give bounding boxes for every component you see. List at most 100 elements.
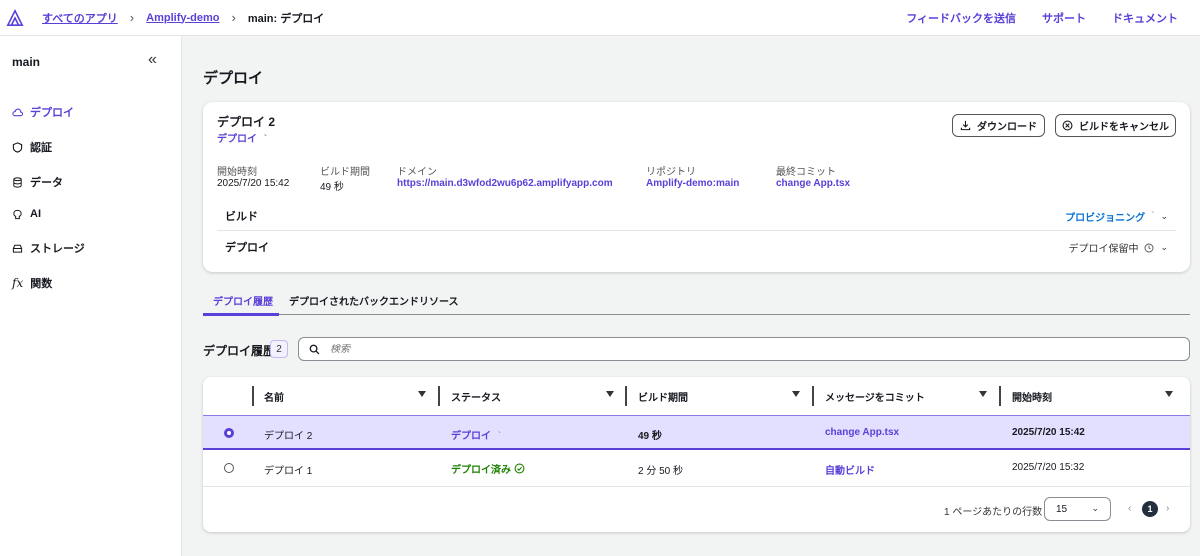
sidebar-item-functions[interactable]: fx 関数	[12, 275, 52, 291]
step-build-label: ビルド	[225, 211, 258, 223]
meta-start-label: 開始時刻	[217, 167, 257, 178]
sort-down-icon[interactable]	[792, 391, 800, 397]
column-header-start[interactable]: 開始時刻	[1012, 389, 1052, 404]
sort-down-icon[interactable]	[1165, 391, 1173, 397]
spinner-icon: `	[263, 134, 268, 145]
row-radio[interactable]	[224, 463, 234, 473]
top-links: フィードバックを送信 サポート ドキュメント	[906, 10, 1178, 26]
database-icon	[13, 176, 22, 188]
download-button[interactable]: ダウンロード	[952, 114, 1045, 137]
deploy-card-title: デプロイ 2	[217, 115, 276, 129]
step-deploy-label: デプロイ	[225, 242, 269, 254]
row-status: デプロイ済み	[451, 461, 525, 476]
top-bar: すべてのアプリ › Amplify-demo › main: デプロイ フィード…	[0, 0, 1200, 36]
chevron-down-icon: ⌄	[1160, 242, 1168, 252]
meta-repo-label: リポジトリ	[646, 167, 696, 178]
deploy-card-status: デプロイ `	[217, 134, 268, 145]
function-icon: fx	[12, 276, 24, 290]
tab-bar: デプロイ履歴 デプロイされたバックエンドリソース	[203, 288, 1190, 316]
cancel-build-button[interactable]: ビルドをキャンセル	[1055, 114, 1176, 137]
deploy-history-table: 名前 ステータス ビルド期間 メッセージをコミット 開始時刻 デプロイ 2 デプ…	[203, 377, 1190, 532]
column-divider	[438, 386, 440, 406]
column-header-commit[interactable]: メッセージをコミット	[825, 389, 925, 404]
tab-backend-resources[interactable]: デプロイされたバックエンドリソース	[289, 293, 459, 308]
page-number-current[interactable]: 1	[1142, 501, 1158, 517]
meta-domain-link[interactable]: https://main.d3wfod2wu6p62.amplifyapp.co…	[397, 178, 613, 189]
chevron-down-icon: ⌄	[1160, 211, 1168, 221]
meta-duration-value: 49 秒	[320, 182, 344, 193]
spinner-icon: `	[1151, 211, 1155, 222]
breadcrumb-separator-icon: ›	[231, 10, 236, 25]
sidebar-item-auth[interactable]: 認証	[12, 139, 52, 155]
storage-icon	[12, 244, 23, 253]
row-commit[interactable]: 自動ビルド	[825, 462, 875, 477]
column-divider	[999, 386, 1001, 406]
support-link[interactable]: サポート	[1042, 10, 1086, 26]
history-count-badge: 2	[270, 340, 288, 358]
brain-icon	[13, 209, 22, 219]
active-tab-indicator	[203, 313, 279, 316]
docs-link[interactable]: ドキュメント	[1112, 10, 1178, 26]
cloud-icon	[12, 108, 23, 116]
sidebar-item-ai[interactable]: AI	[12, 208, 41, 220]
deploy-detail-card: デプロイ 2 デプロイ ` ダウンロード ビルドをキャンセル 開始時刻 2025…	[203, 102, 1190, 272]
column-header-name[interactable]: 名前	[264, 389, 284, 404]
breadcrumb-all-apps[interactable]: すべてのアプリ	[42, 10, 118, 26]
row-commit[interactable]: change App.tsx	[825, 427, 899, 438]
tab-deploy-history[interactable]: デプロイ履歴	[213, 293, 273, 308]
meta-start-value: 2025/7/20 15:42	[217, 178, 290, 189]
collapse-sidebar-icon[interactable]: «	[148, 51, 157, 69]
prev-page-icon[interactable]: ‹	[1128, 503, 1131, 514]
breadcrumb-separator-icon: ›	[129, 10, 135, 25]
step-deploy-toggle[interactable]: デプロイ保留中 ⌄	[1068, 240, 1168, 255]
table-row[interactable]: デプロイ 1 デプロイ済み 2 分 50 秒 自動ビルド 2025/7/20 1…	[203, 451, 1190, 486]
history-title: デプロイ履歴	[203, 344, 276, 358]
sort-down-icon[interactable]	[979, 391, 987, 397]
download-icon	[960, 120, 971, 131]
meta-domain-label: ドメイン	[397, 167, 437, 178]
sidebar-item-deploy[interactable]: デプロイ	[12, 104, 74, 120]
sort-down-icon[interactable]	[606, 391, 614, 397]
clock-icon	[1144, 243, 1154, 252]
next-page-icon[interactable]: ›	[1166, 503, 1169, 514]
feedback-link[interactable]: フィードバックを送信	[906, 10, 1016, 26]
row-name: デプロイ 2	[264, 431, 313, 442]
page-title: デプロイ	[203, 70, 264, 87]
breadcrumb-app[interactable]: Amplify-demo	[146, 12, 219, 24]
amplify-logo-icon[interactable]	[6, 8, 24, 27]
divider	[203, 486, 1190, 487]
column-divider	[625, 386, 627, 406]
sidebar-item-data[interactable]: データ	[12, 174, 63, 190]
meta-repo-link[interactable]: Amplify-demo:main	[646, 178, 739, 189]
row-duration: 49 秒	[638, 431, 662, 442]
row-radio-selected[interactable]	[224, 428, 234, 438]
column-divider	[252, 386, 254, 406]
sidebar-title: main	[12, 55, 41, 69]
divider	[217, 230, 1176, 231]
row-duration: 2 分 50 秒	[638, 466, 684, 477]
sidebar-item-storage[interactable]: ストレージ	[12, 240, 85, 256]
meta-commit-label: 最終コミット	[776, 167, 836, 178]
column-header-duration[interactable]: ビルド期間	[638, 389, 688, 404]
step-build-toggle[interactable]: プロビジョニング ` ⌄	[1065, 209, 1168, 224]
spinner-icon: `	[497, 431, 502, 442]
table-row[interactable]: デプロイ 2 デプロイ ` 49 秒 change App.tsx 2025/7…	[203, 415, 1190, 450]
chevron-down-icon: ⌄	[1091, 503, 1099, 513]
sort-down-icon[interactable]	[418, 391, 426, 397]
row-name: デプロイ 1	[264, 466, 313, 477]
breadcrumb-current: main: デプロイ	[247, 12, 325, 25]
meta-commit-link[interactable]: change App.tsx	[776, 178, 850, 189]
search-input[interactable]	[330, 343, 1130, 355]
row-start-time: 2025/7/20 15:32	[1012, 462, 1085, 473]
rows-per-page-label: 1 ページあたりの行数	[944, 507, 1043, 518]
rows-per-page-select[interactable]: 15 ⌄	[1044, 497, 1111, 521]
row-start-time: 2025/7/20 15:42	[1012, 427, 1085, 438]
row-status[interactable]: デプロイ `	[451, 427, 501, 442]
success-check-icon	[514, 463, 525, 474]
column-header-status[interactable]: ステータス	[451, 389, 501, 404]
meta-duration-label: ビルド期間	[320, 167, 370, 178]
shield-icon	[12, 141, 23, 153]
search-box	[298, 337, 1190, 361]
sidebar: main « デプロイ 認証 データ AI ストレージ fx 関数	[0, 36, 182, 556]
cancel-icon	[1062, 120, 1073, 131]
